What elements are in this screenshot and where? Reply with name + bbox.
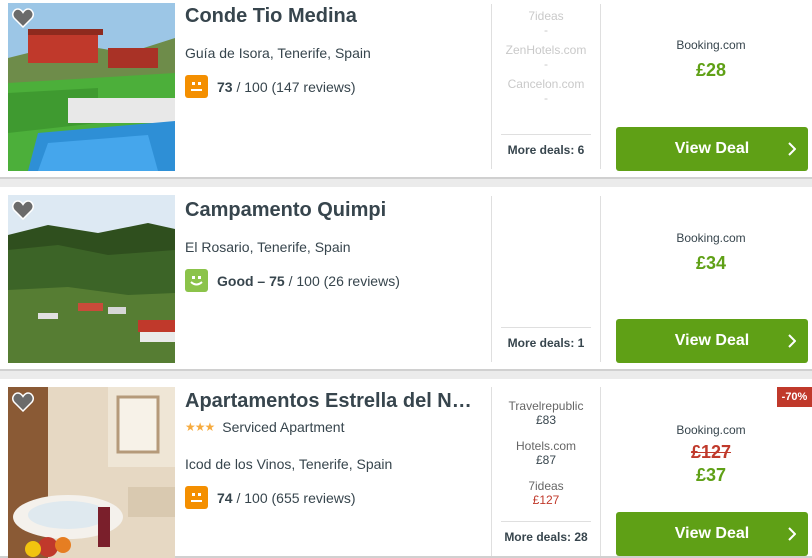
best-deal: Booking.com £127 £37 [610,423,812,486]
neutral-face-icon [185,486,208,509]
heart-icon[interactable] [12,200,34,220]
provider-deal[interactable]: 7ideas £127 [492,479,600,507]
hotel-name[interactable]: Apartamentos Estrella del Norte [185,389,477,413]
provider-deal[interactable]: Cancelon.com - [492,77,600,105]
provider-deal[interactable]: Hotels.com £87 [492,439,600,467]
hotel-photo-image [8,387,175,558]
provider-deal[interactable]: Travelrepublic £83 [492,399,600,427]
more-deals-link[interactable]: More deals: 6 [501,134,591,157]
hotel-name[interactable]: Campamento Quimpi [185,198,477,222]
chevron-right-icon [788,527,796,541]
hotel-photo[interactable] [8,3,175,171]
provider-deal[interactable]: ZenHotels.com - [492,43,600,71]
hotel-rating[interactable]: 74 / 100 (655 reviews) [185,486,485,509]
other-deals: 7ideas - ZenHotels.com - Cancelon.com - Mor… [491,4,601,169]
best-deal: Booking.com £28 [610,38,812,81]
smile-face-icon [185,269,208,292]
hotel-card-conde-tio-medina: Conde Tio Medina Guía de Isora, Tenerife… [0,0,812,179]
view-deal-label: View Deal [674,332,750,349]
rating-score: 74 [217,489,233,506]
view-deal-label: View Deal [674,140,750,157]
view-deal-button[interactable]: View Deal [616,512,808,556]
neutral-face-icon [185,75,208,98]
best-deal-site: Booking.com [676,38,746,52]
hotel-class: ★★★ Serviced Apartment [185,419,485,435]
hotel-card-apartamentos-estrella-del-norte: Apartamentos Estrella del Norte ★★★ Serv… [0,379,812,558]
best-deal-price: £28 [695,60,727,80]
best-deal-site: Booking.com [676,231,746,245]
rating-score: 75 [269,272,285,289]
rating-score: 73 [217,78,233,95]
hotel-location: El Rosario, Tenerife, Spain [185,239,351,255]
hotel-rating[interactable]: Good – 75 / 100 (26 reviews) [185,269,485,292]
hotel-info: Conde Tio Medina Guía de Isora, Tenerife… [185,4,485,98]
rating-reviews: / 100 (655 reviews) [232,489,356,506]
heart-icon[interactable] [12,392,34,412]
more-deals-link[interactable]: More deals: 28 [501,521,591,544]
hotel-photo[interactable] [8,195,175,363]
chevron-right-icon [788,142,796,156]
best-deal-price: £37 [695,465,727,485]
original-price: £127 [690,442,732,462]
provider-deal[interactable]: 7ideas - [492,9,600,37]
best-deal: Booking.com £34 [610,231,812,274]
hotel-card-campamento-quimpi: Campamento Quimpi El Rosario, Tenerife, … [0,187,812,371]
chevron-right-icon [788,334,796,348]
discount-badge: -70% [777,387,812,407]
hotel-info: Campamento Quimpi El Rosario, Tenerife, … [185,198,485,292]
hotel-name[interactable]: Conde Tio Medina [185,4,477,28]
other-deals: More deals: 1 [491,196,601,362]
best-deal-site: Booking.com [676,423,746,437]
hotel-photo-image [8,3,175,171]
view-deal-button[interactable]: View Deal [616,319,808,363]
other-deals: Travelrepublic £83 Hotels.com £87 7ideas £1… [491,387,601,556]
heart-icon[interactable] [12,8,34,28]
hotel-rating[interactable]: 73 / 100 (147 reviews) [185,75,485,98]
best-deal-price: £34 [695,253,727,273]
hotel-photo[interactable] [8,387,175,558]
star-rating-icon: ★★★ [185,420,215,434]
hotel-photo-image [8,195,175,363]
more-deals-link[interactable]: More deals: 1 [501,327,591,350]
hotel-location: Icod de los Vinos, Tenerife, Spain [185,456,393,472]
hotel-info: Apartamentos Estrella del Norte ★★★ Serv… [185,389,485,509]
rating-label: Good – [217,272,270,289]
view-deal-button[interactable]: View Deal [616,127,808,171]
view-deal-label: View Deal [674,525,750,542]
rating-reviews: / 100 (147 reviews) [232,78,356,95]
rating-reviews: / 100 (26 reviews) [284,272,400,289]
accommodation-type: Serviced Apartment [222,419,345,435]
hotel-location: Guía de Isora, Tenerife, Spain [185,45,371,61]
